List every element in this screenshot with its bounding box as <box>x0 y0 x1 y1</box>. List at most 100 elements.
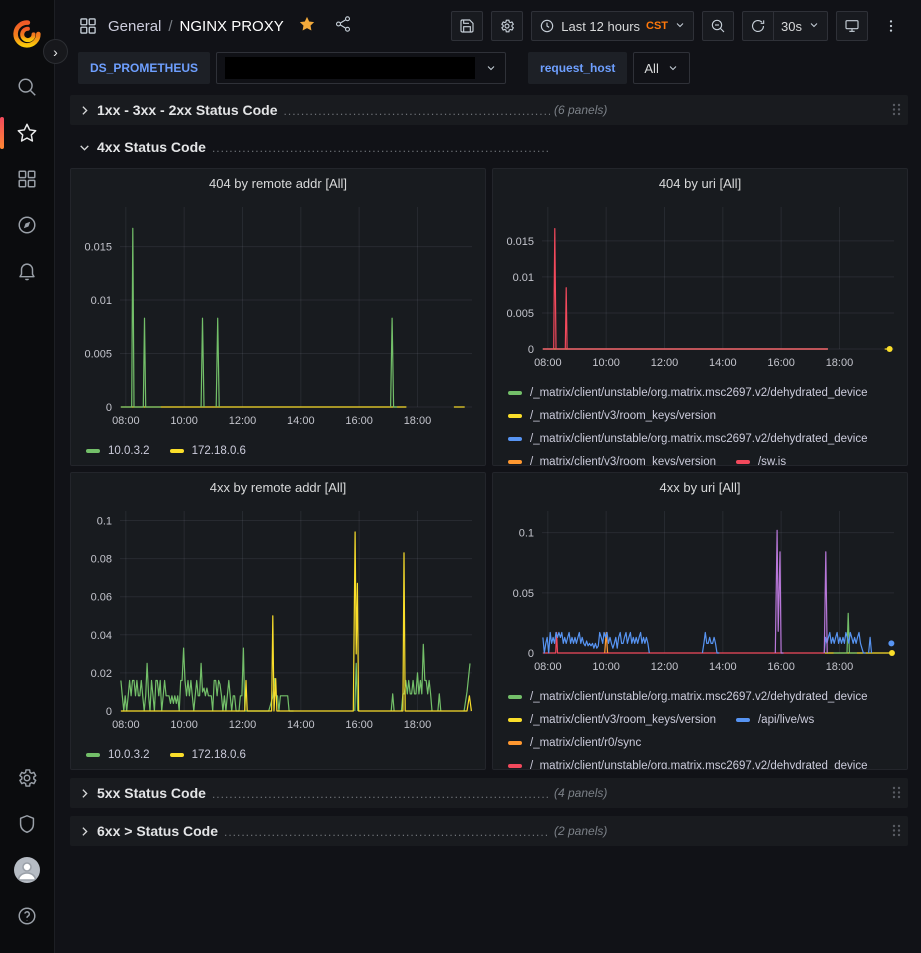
legend-item[interactable]: /_matrix/client/unstable/org.matrix.msc2… <box>508 685 868 708</box>
legend-label: /_matrix/client/unstable/org.matrix.msc2… <box>530 387 868 399</box>
more-options-menu[interactable] <box>876 11 906 41</box>
legend-item[interactable]: 10.0.3.2 <box>86 743 150 766</box>
navbar: General / NGINX PROXY <box>55 0 921 52</box>
sidebar-item-configuration[interactable] <box>0 755 55 801</box>
legend-swatch <box>508 460 522 464</box>
panel-legend: 10.0.3.2 172.18.0.6 <box>76 437 480 465</box>
svg-text:10:00: 10:00 <box>170 415 198 427</box>
sidebar-item-explore[interactable] <box>0 202 55 248</box>
kebab-menu-icon <box>883 18 899 34</box>
legend-swatch <box>508 695 522 699</box>
sidebar-item-search[interactable] <box>0 64 55 110</box>
svg-text:0.01: 0.01 <box>513 272 534 284</box>
legend-item[interactable]: /_matrix/client/unstable/org.matrix.msc2… <box>508 427 868 450</box>
svg-text:10:00: 10:00 <box>592 357 620 369</box>
svg-text:18:00: 18:00 <box>404 719 432 731</box>
sidebar-item-dashboards[interactable] <box>0 156 55 202</box>
help-circle-icon <box>16 905 38 927</box>
legend-label: 10.0.3.2 <box>108 749 150 761</box>
svg-text:08:00: 08:00 <box>534 357 562 369</box>
svg-text:08:00: 08:00 <box>112 415 140 427</box>
variable-label-request-host[interactable]: request_host <box>528 52 627 84</box>
legend-swatch <box>508 741 522 745</box>
dashboard-row-header[interactable]: 6xx > Status Code.......................… <box>70 816 908 846</box>
zoom-out-time-button[interactable] <box>702 11 734 41</box>
row-drag-handle-icon[interactable] <box>891 102 902 119</box>
grafana-app: › General / NGINX PROXY <box>0 0 921 953</box>
save-icon <box>459 18 475 34</box>
row-drag-handle-icon[interactable] <box>891 785 902 802</box>
variable-value-ds-prometheus[interactable] <box>216 52 506 84</box>
breadcrumb-folder[interactable]: General <box>108 18 161 35</box>
gear-icon <box>16 767 38 789</box>
panels-grid: 404 by remote addr [All]00.0050.010.0150… <box>70 168 908 770</box>
panel-legend: /_matrix/client/unstable/org.matrix.msc2… <box>498 683 902 769</box>
sidebar-expand-button[interactable]: › <box>43 39 68 64</box>
legend-item[interactable]: 172.18.0.6 <box>170 743 246 766</box>
save-dashboard-button[interactable] <box>451 11 483 41</box>
cycle-view-mode-button[interactable] <box>836 11 868 41</box>
svg-text:0: 0 <box>528 344 534 356</box>
svg-text:12:00: 12:00 <box>651 357 679 369</box>
time-series-plot: 00.050.108:0010:0012:0014:0016:0018:00 <box>498 501 902 683</box>
svg-text:0.02: 0.02 <box>91 668 112 680</box>
legend-swatch <box>508 718 522 722</box>
legend-item[interactable]: /_matrix/client/r0/sync <box>508 731 641 754</box>
sidebar-item-profile[interactable] <box>0 847 55 893</box>
legend-label: /_matrix/client/v3/room_keys/version <box>530 714 716 726</box>
legend-swatch <box>508 391 522 395</box>
avatar <box>14 857 40 883</box>
panel-title[interactable]: 4xx by remote addr [All] <box>76 473 480 501</box>
legend-item[interactable]: /_matrix/client/v3/room_keys/version <box>508 708 716 731</box>
breadcrumb-dashboard-title: NGINX PROXY <box>180 18 284 35</box>
row-drag-handle-icon[interactable] <box>891 823 902 840</box>
star-icon <box>16 122 38 144</box>
row-header-left: 4xx Status Code.........................… <box>78 139 550 155</box>
row-leader-dots: ........................................… <box>212 787 550 801</box>
sidebar-item-server-admin[interactable] <box>0 801 55 847</box>
monitor-icon <box>844 18 860 34</box>
refresh-dashboard-button[interactable] <box>742 11 773 41</box>
refresh-interval-dropdown[interactable]: 30s <box>773 11 828 41</box>
panel-title[interactable]: 404 by uri [All] <box>498 169 902 197</box>
legend-swatch <box>736 460 750 464</box>
legend-item[interactable]: /_matrix/client/v3/room_keys/version <box>508 450 716 465</box>
variable-value-request-host[interactable]: All <box>633 52 689 84</box>
dashboard-row-header[interactable]: 1xx - 3xx - 2xx Status Code.............… <box>70 95 908 125</box>
svg-text:14:00: 14:00 <box>709 661 737 673</box>
row-leader-dots: ........................................… <box>224 825 550 839</box>
shield-icon <box>16 813 38 835</box>
favorite-star-button[interactable] <box>298 15 316 38</box>
chevron-down-icon <box>808 19 820 34</box>
bell-icon <box>16 260 38 282</box>
legend-label: 10.0.3.2 <box>108 445 150 457</box>
dashboards-grid-icon <box>16 168 38 190</box>
refresh-icon <box>750 18 766 34</box>
legend-item[interactable]: /_matrix/client/unstable/org.matrix.msc2… <box>508 381 868 404</box>
legend-item[interactable]: 172.18.0.6 <box>170 439 246 462</box>
grafana-flame-icon <box>13 20 41 48</box>
legend-item[interactable]: /_matrix/client/v3/room_keys/version <box>508 404 716 427</box>
legend-item[interactable]: 10.0.3.2 <box>86 439 150 462</box>
time-range-picker[interactable]: Last 12 hours CST <box>531 11 694 41</box>
svg-text:0.005: 0.005 <box>506 308 534 320</box>
dashboard-settings-button[interactable] <box>491 11 523 41</box>
panel: 4xx by uri [All]00.050.108:0010:0012:001… <box>492 472 908 770</box>
sidebar-item-starred[interactable] <box>0 110 55 156</box>
legend-item[interactable]: /api/live/ws <box>736 708 814 731</box>
panel-title[interactable]: 4xx by uri [All] <box>498 473 902 501</box>
legend-item[interactable]: /sw.js <box>736 450 786 465</box>
legend-item[interactable]: /_matrix/client/unstable/org.matrix.msc2… <box>508 754 868 769</box>
dashboard-row-header[interactable]: 4xx Status Code.........................… <box>70 133 908 161</box>
breadcrumb-separator: / <box>168 18 172 35</box>
dashboard-row-header[interactable]: 5xx Status Code.........................… <box>70 778 908 808</box>
sidebar-item-alerting[interactable] <box>0 248 55 294</box>
sidebar-item-help[interactable] <box>0 893 55 939</box>
share-dashboard-button[interactable] <box>334 15 352 38</box>
svg-text:14:00: 14:00 <box>287 719 315 731</box>
panel-title[interactable]: 404 by remote addr [All] <box>76 169 480 197</box>
variable-label-ds-prometheus[interactable]: DS_PROMETHEUS <box>78 52 210 84</box>
svg-text:08:00: 08:00 <box>112 719 140 731</box>
row-panel-count: (2 panels) <box>554 824 607 838</box>
chevron-right-icon <box>78 787 91 800</box>
